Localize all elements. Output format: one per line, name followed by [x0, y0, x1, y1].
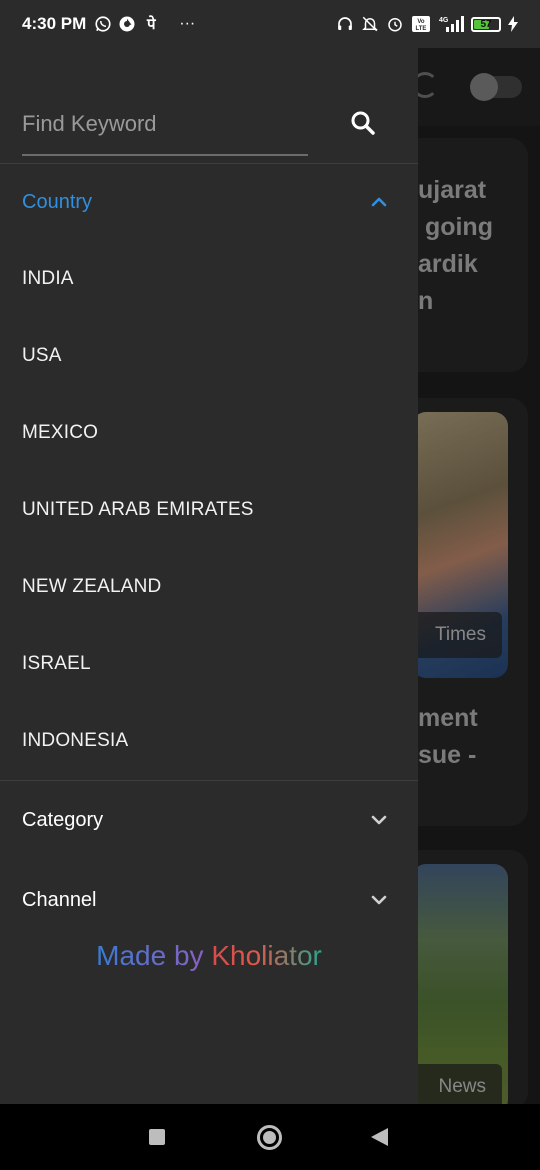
svg-text:4G: 4G — [439, 17, 449, 24]
status-bar: 4:30 PM पे ··· Vo LTE 4G 57 — [0, 0, 540, 48]
battery-level: 57 — [480, 18, 492, 30]
svg-text:Vo: Vo — [417, 19, 425, 25]
chevron-down-icon — [369, 810, 389, 830]
system-nav-bar — [0, 1104, 540, 1170]
status-time: 4:30 PM — [22, 14, 87, 33]
notification-icons: पे ··· — [94, 15, 200, 33]
screen: 4:30 PM पे ··· Vo LTE 4G 57 ujarat going… — [0, 0, 540, 1170]
category-label: Category — [22, 808, 104, 831]
hindi-char-icon: पे — [146, 16, 156, 33]
navigation-drawer: Country INDIA USA MEXICO UNITED ARAB EMI… — [0, 48, 418, 1104]
channel-section-header[interactable]: Channel — [0, 870, 418, 930]
battery-icon: 57 — [471, 16, 501, 32]
country-item-usa[interactable]: USA — [0, 328, 418, 384]
headphones-icon — [336, 15, 354, 33]
app-icon — [118, 15, 136, 33]
divider — [0, 780, 418, 781]
whatsapp-icon — [94, 15, 112, 33]
country-item-israel[interactable]: ISRAEL — [0, 636, 418, 692]
country-section-header[interactable]: Country — [0, 172, 418, 232]
alarm-icon — [386, 15, 404, 33]
chevron-up-icon — [369, 192, 389, 212]
divider — [0, 163, 418, 164]
credit-part2: Kholiator — [211, 940, 322, 971]
mute-bell-icon — [361, 15, 379, 33]
search-input[interactable] — [22, 106, 308, 156]
charging-icon — [508, 15, 518, 33]
recents-button[interactable] — [149, 1129, 165, 1145]
category-section-header[interactable]: Category — [0, 790, 418, 850]
home-button[interactable] — [257, 1125, 282, 1150]
volte-icon: Vo LTE — [411, 15, 431, 33]
signal-icon: 4G — [438, 15, 464, 33]
more-dots-icon: ··· — [179, 15, 196, 32]
country-item-indonesia[interactable]: INDONESIA — [0, 713, 418, 769]
credit-text: Made by Kholiator — [0, 940, 418, 972]
search-row — [22, 98, 392, 158]
system-icons: Vo LTE 4G 57 — [336, 15, 518, 33]
country-item-new-zealand[interactable]: NEW ZEALAND — [0, 559, 418, 615]
svg-text:LTE: LTE — [416, 26, 427, 32]
back-button[interactable] — [371, 1128, 388, 1146]
search-icon[interactable] — [348, 108, 378, 138]
chevron-down-icon — [369, 890, 389, 910]
credit-part1: Made by — [96, 940, 212, 971]
country-item-mexico[interactable]: MEXICO — [0, 405, 418, 461]
country-item-india[interactable]: INDIA — [0, 251, 418, 307]
country-label: Country — [22, 190, 93, 213]
country-item-uae[interactable]: UNITED ARAB EMIRATES — [0, 482, 418, 538]
channel-label: Channel — [22, 888, 97, 911]
